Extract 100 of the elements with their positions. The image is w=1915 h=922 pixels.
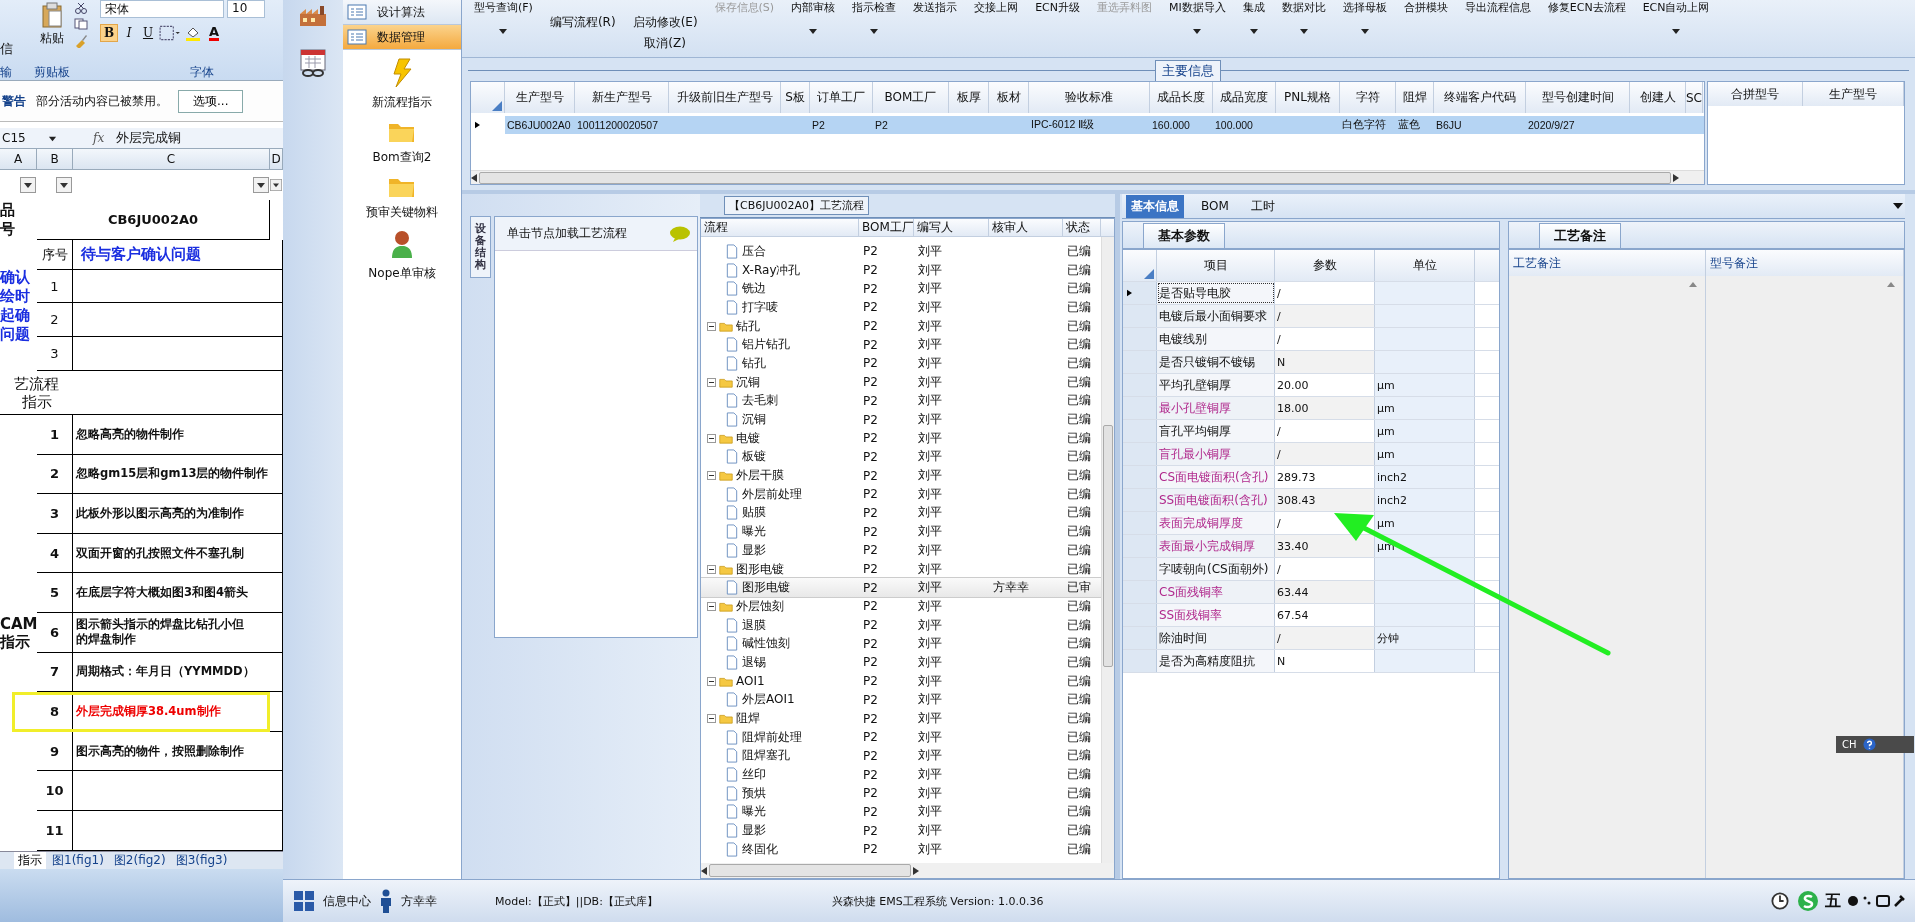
scroll-left-icon[interactable] (471, 173, 477, 182)
toolbar-button[interactable]: 编写流程(R) (549, 14, 616, 31)
tree-row[interactable]: 外层前处理 P2 刘平 已编 (701, 484, 1101, 504)
nav-action[interactable]: Nope单审核 (343, 229, 461, 282)
toolbar-button[interactable]: 选择母板 (1342, 0, 1387, 57)
font-name-field[interactable]: 宋体 (100, 0, 224, 18)
column-header[interactable]: 生产型号 (505, 82, 575, 113)
formula-field[interactable]: 外层完成铜 (116, 129, 182, 147)
toolbar-button[interactable]: 合拼模块 (1403, 0, 1448, 57)
tab[interactable]: 基本信息 (1126, 194, 1184, 218)
filter-dropdown-icon[interactable] (253, 177, 269, 193)
toolbar-button[interactable]: 交接上网 (974, 0, 1019, 57)
column-header[interactable]: B (37, 149, 73, 169)
tree-row[interactable]: 退锡 P2 刘平 已编 (701, 653, 1101, 672)
tab[interactable]: 工时 (1245, 194, 1280, 218)
table-row[interactable]: CS面残铜率 63.44 (1123, 581, 1499, 604)
scroll-up-icon[interactable] (1689, 282, 1697, 287)
column-header[interactable]: 终端客户代码 (1434, 82, 1526, 113)
column-header[interactable]: BOM工厂 (873, 82, 949, 113)
help-icon[interactable] (1862, 738, 1876, 751)
column-header[interactable]: 新生产型号 (575, 82, 669, 113)
sheet-tab[interactable]: 图3(fig3) (171, 851, 232, 869)
paste-button[interactable]: 粘贴 (34, 2, 70, 47)
toolbar-button[interactable]: ECN自动上网 (1642, 0, 1710, 57)
sheet-tab[interactable]: 图1(fig1) (48, 851, 108, 869)
collapse-icon[interactable] (707, 714, 716, 724)
scroll-right-icon[interactable] (913, 866, 919, 875)
toolbar-button[interactable]: 内部审核 (791, 0, 836, 57)
tree-row[interactable]: 板镀 P2 刘平 已编 (701, 447, 1101, 467)
tree-row[interactable]: 去毛刺 P2 刘平 已编 (701, 391, 1101, 411)
column-header[interactable]: 订单工厂 (810, 82, 873, 113)
factory-icon[interactable] (298, 4, 328, 28)
font-size-field[interactable]: 10 (227, 0, 265, 18)
tree-row[interactable]: 预烘 P2 刘平 已编 (701, 783, 1101, 803)
status-text[interactable]: 信息中心 (323, 892, 371, 910)
font-color-button[interactable]: A (209, 25, 220, 41)
toolbar-button[interactable]: 型号查询(F) (474, 0, 533, 57)
collapse-icon[interactable] (707, 601, 716, 611)
table-row[interactable]: 是否贴导电胶 / (1123, 282, 1499, 305)
table-row[interactable]: 是否只镀铜不镀锡 N (1123, 351, 1499, 374)
filter-dropdown-icon[interactable] (56, 177, 72, 193)
sheet-tab[interactable]: 指示 (14, 851, 46, 869)
scroll-up-icon[interactable] (1887, 282, 1895, 287)
table-row[interactable]: 平均孔壁铜厚 20.00 μm (1123, 374, 1499, 397)
column-header[interactable]: 板厚 (949, 82, 989, 113)
column-header[interactable]: BOM工厂 (859, 219, 914, 236)
tree-row[interactable]: 压合 P2 刘平 已编 (701, 242, 1101, 261)
column-header[interactable]: SC (1686, 82, 1703, 113)
tree-row[interactable]: 终固化 P2 刘平 已编 (701, 840, 1101, 859)
column-header[interactable]: 型号创建时间 (1526, 82, 1630, 113)
toolbar-button[interactable]: 修复ECN去流程 (1547, 0, 1626, 57)
column-header[interactable]: 编写人 (914, 219, 989, 236)
tree-row[interactable]: 外层AOI1 P2 刘平 已编 (701, 690, 1101, 710)
collapse-icon[interactable] (707, 471, 716, 481)
ime-logo-icon[interactable] (1797, 890, 1819, 912)
column-header[interactable]: 流程 (701, 219, 859, 236)
options-button[interactable]: 选项... (178, 89, 244, 113)
scrollbar[interactable] (1101, 237, 1114, 863)
tree-row[interactable]: 显影 P2 刘平 已编 (701, 541, 1101, 560)
tree-row[interactable]: 图形电镀 P2 刘平 方幸幸 已审 (701, 578, 1101, 598)
table-row[interactable]: 盲孔最小铜厚 / μm (1123, 443, 1499, 466)
collapse-icon[interactable] (707, 377, 716, 387)
tab[interactable]: BOM (1196, 196, 1234, 216)
column-header[interactable]: C (73, 149, 270, 169)
tree-row[interactable]: 铣边 P2 刘平 已编 (701, 279, 1101, 299)
column-header[interactable]: 单位 (1375, 250, 1475, 281)
column-header[interactable]: A (0, 149, 37, 169)
scrollbar[interactable] (701, 863, 1114, 878)
tree-row[interactable]: 钻孔 P2 刘平 已编 (701, 354, 1101, 373)
tree-row[interactable]: 阻焊 P2 刘平 已编 (701, 709, 1101, 728)
column-header[interactable]: 型号备注 (1706, 250, 1903, 276)
tree-row[interactable]: 钻孔 P2 刘平 已编 (701, 316, 1101, 336)
table-row[interactable]: 表面最小完成铜厚 33.40 μm (1123, 535, 1499, 558)
toolbar-button[interactable]: 发送指示 (913, 0, 958, 57)
toolbar-button[interactable]: MI数据导入 (1169, 0, 1226, 57)
tree-row[interactable]: 阻焊塞孔 P2 刘平 已编 (701, 746, 1101, 766)
panel-tab[interactable]: 基本参数 (1143, 223, 1225, 248)
scissors-icon[interactable] (74, 2, 88, 14)
column-header[interactable]: 工艺备注 (1509, 250, 1705, 276)
caret-icon[interactable] (1893, 203, 1903, 209)
table-row[interactable]: SS面电镀面积(含孔) 308.43 inch2 (1123, 489, 1499, 512)
table-row[interactable]: 最小孔壁铜厚 18.00 μm (1123, 397, 1499, 420)
column-header[interactable]: 板材 (989, 82, 1029, 113)
column-header[interactable]: 项目 (1157, 250, 1275, 281)
tree-row[interactable]: 外层蚀刻 P2 刘平 已编 (701, 597, 1101, 616)
table-row[interactable]: 电镀后最小面铜要求 / (1123, 305, 1499, 328)
format-button[interactable]: U (140, 25, 156, 41)
scroll-right-icon[interactable] (1673, 173, 1679, 182)
format-button[interactable]: B (100, 24, 118, 42)
column-header[interactable]: 成品宽度 (1213, 82, 1276, 113)
table-row[interactable]: 除油时间 / 分钟 (1123, 627, 1499, 650)
table-row[interactable]: 盲孔平均铜厚 / μm (1123, 420, 1499, 443)
calendar-icon[interactable] (298, 48, 328, 78)
column-header[interactable]: 合拼型号 (1708, 82, 1803, 106)
nav-action[interactable]: 新流程指示 (343, 58, 461, 111)
tree-row[interactable]: 曝光 P2 刘平 已编 (701, 522, 1101, 541)
function-button[interactable]: fx (93, 131, 105, 145)
tree-row[interactable]: 铝片钻孔 P2 刘平 已编 (701, 335, 1101, 355)
grid-icon[interactable] (293, 890, 315, 912)
toolbar-button[interactable]: 取消(Z) (644, 35, 686, 52)
